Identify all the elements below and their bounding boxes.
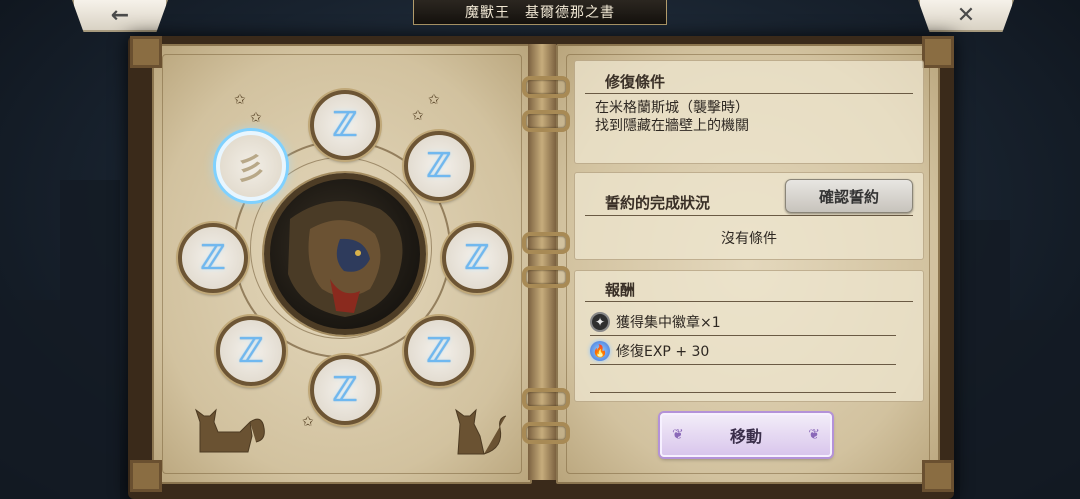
rune-node-8[interactable]: ℤ: [310, 355, 380, 425]
rune-glyph: ℤ: [200, 238, 226, 278]
binding-ring: [522, 76, 570, 98]
move-button[interactable]: ❦ 移動 ❦: [660, 413, 832, 457]
corner-ornament: [922, 460, 954, 492]
close-icon: ✕: [956, 2, 976, 28]
flourish-right-icon: ❦: [808, 427, 820, 443]
rune-glyph: 彡: [236, 152, 266, 187]
reward-label: 獲得集中徽章×1: [616, 315, 721, 331]
oath-status-title: 誓約的完成狀況: [605, 194, 711, 212]
binding-ring: [522, 110, 570, 132]
cat-silhouette-icon: [455, 408, 507, 455]
exp-flame-icon: 🔥: [590, 341, 610, 361]
divider: [590, 364, 896, 365]
corner-ornament: [130, 460, 162, 492]
corner-ornament: [130, 36, 162, 68]
rune-node-1[interactable]: 彡: [216, 131, 286, 201]
background-building: [1010, 320, 1080, 499]
rune-node-6[interactable]: ℤ: [216, 316, 286, 386]
binding-ring: [522, 232, 570, 254]
rune-node-5[interactable]: ℤ: [442, 223, 512, 293]
beast-portrait-image: [288, 201, 403, 317]
oath-status-text: 沒有條件: [721, 231, 777, 247]
divider: [585, 301, 913, 302]
repair-condition-line: 在米格蘭斯城（襲擊時）: [595, 100, 749, 116]
star-ornament-icon: ✩: [428, 92, 440, 108]
rune-glyph: ℤ: [332, 105, 358, 145]
rune-node-7[interactable]: ℤ: [404, 316, 474, 386]
rune-glyph: ℤ: [426, 331, 452, 371]
divider: [590, 392, 896, 393]
cat-silhouette-icon: [195, 408, 265, 453]
flourish-left-icon: ❦: [672, 427, 684, 443]
close-button[interactable]: ✕: [918, 0, 1014, 32]
star-ornament-icon: ✩: [250, 110, 262, 126]
corner-ornament: [922, 36, 954, 68]
background-building: [60, 180, 120, 499]
binding-ring: [522, 266, 570, 288]
binding-ring: [522, 388, 570, 410]
rune-glyph: ℤ: [426, 146, 452, 186]
book-title: 魔獸王 基爾德那之書: [413, 0, 667, 25]
rune-node-3[interactable]: ℤ: [404, 131, 474, 201]
star-ornament-icon: ✩: [302, 414, 314, 430]
star-ornament-icon: ✩: [412, 108, 424, 124]
binding-ring: [522, 422, 570, 444]
back-button[interactable]: ←: [72, 0, 168, 32]
divider: [585, 215, 913, 216]
beast-king-portrait: [264, 173, 426, 335]
repair-conditions-title: 修復條件: [605, 73, 666, 91]
repair-conditions-panel: 修復條件 在米格蘭斯城（襲擊時） 找到隱藏在牆壁上的機關: [574, 60, 924, 164]
medal-icon: ✦: [590, 312, 610, 332]
star-ornament-icon: ✩: [234, 92, 246, 108]
move-label: 移動: [729, 427, 762, 446]
divider: [585, 93, 913, 94]
rune-glyph: ℤ: [332, 370, 358, 410]
divider: [590, 335, 896, 336]
rewards-panel: 報酬: [574, 270, 924, 402]
confirm-oath-button[interactable]: 確認誓約: [785, 179, 913, 213]
back-arrow-icon: ←: [110, 2, 130, 28]
background-building: [960, 220, 1010, 499]
reward-item: 🔥 修復EXP + 30: [590, 339, 709, 363]
rune-node-4[interactable]: ℤ: [178, 223, 248, 293]
reward-label: 修復EXP + 30: [616, 344, 710, 360]
rune-glyph: ℤ: [238, 331, 264, 371]
repair-condition-line: 找到隱藏在牆壁上的機關: [595, 118, 749, 134]
reward-item: ✦ 獲得集中徽章×1: [590, 310, 721, 334]
rune-node-2[interactable]: ℤ: [310, 90, 380, 160]
rewards-title: 報酬: [605, 281, 636, 299]
rune-glyph: ℤ: [464, 238, 490, 278]
